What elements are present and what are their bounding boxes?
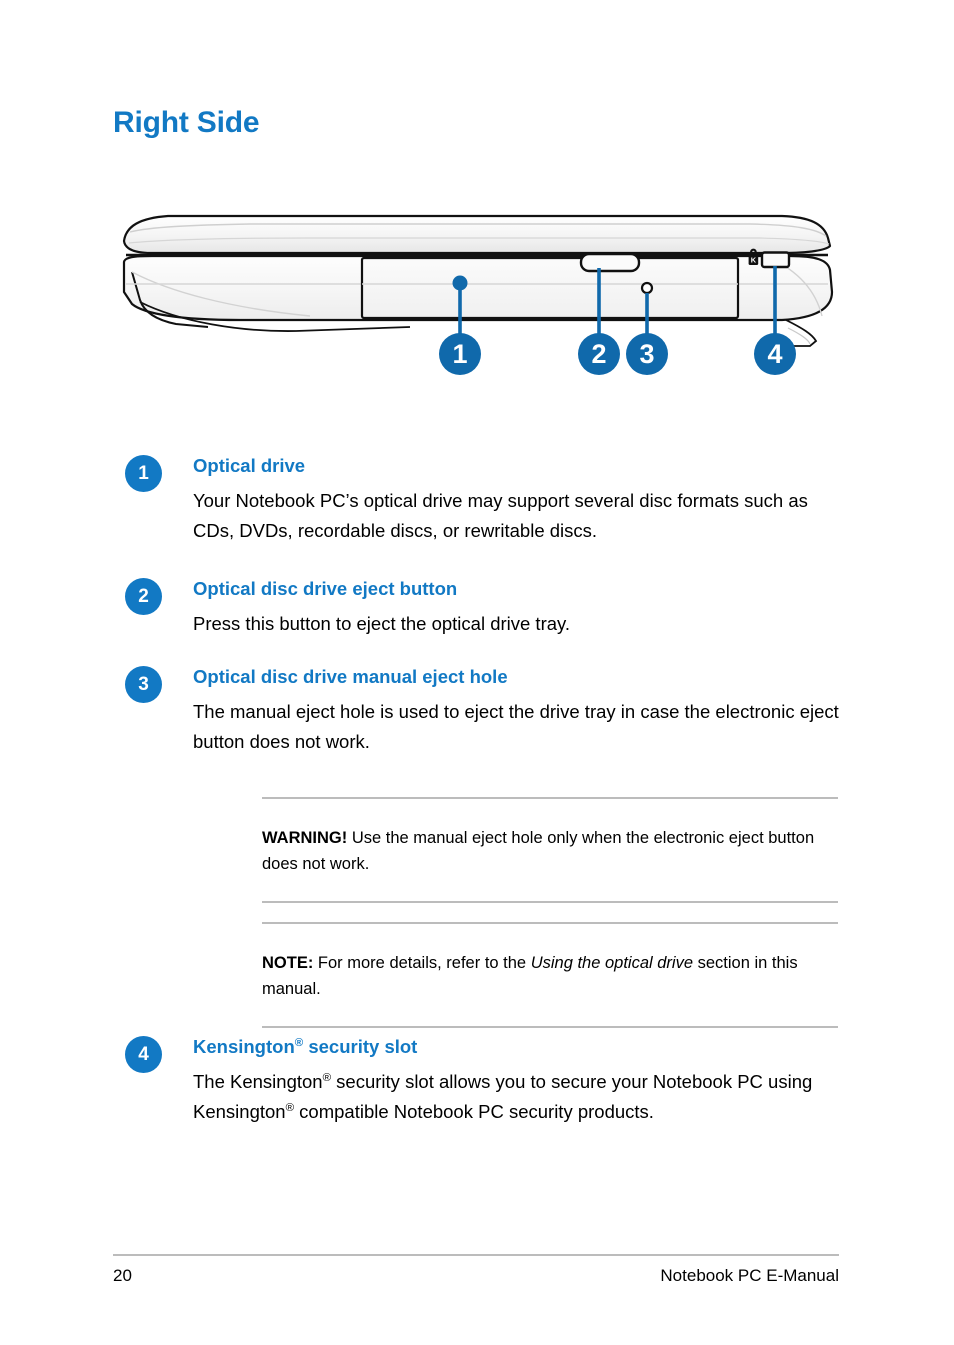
registered-mark-icon: ® (294, 1036, 304, 1049)
manual-page: Right Side K 1 2 3 4 1 Optical drive You… (0, 0, 954, 1345)
optical-drive-tray (360, 256, 740, 320)
item-description-kensington-slot: The Kensington® security slot allows you… (193, 1067, 843, 1127)
kensington-slot (760, 251, 791, 269)
footer-page-number: 20 (113, 1266, 132, 1285)
kensington-desc-p1: The Kensington (193, 1071, 323, 1093)
warning-label: WARNING! (262, 829, 348, 847)
manual-eject-hole (640, 281, 654, 295)
diagram-callout-2-number: 2 (591, 339, 606, 369)
footer-divider (113, 1254, 839, 1256)
diagram-callout-3: 3 (626, 333, 668, 375)
item-title-kensington-slot: Kensington® security slot (193, 1036, 845, 1058)
item-title-eject-button: Optical disc drive eject button (193, 578, 458, 599)
warning-callout: WARNING! Use the manual eject hole only … (262, 797, 838, 904)
diagram-callout-2: 2 (578, 333, 620, 375)
feature-item-eject-button: 2 Optical disc drive eject button Press … (125, 578, 845, 639)
note-callout: NOTE: For more details, refer to the Usi… (262, 922, 838, 1029)
diagram-callout-4: 4 (754, 333, 796, 375)
item-title-manual-eject-hole: Optical disc drive manual eject hole (193, 666, 508, 687)
eject-button (579, 252, 641, 273)
notebook-right-side-diagram: K 1 2 3 4 (110, 196, 850, 396)
item-title-optical-drive: Optical drive (193, 455, 306, 476)
diagram-callout-3-number: 3 (639, 339, 654, 369)
feature-item-kensington-slot: 4 Kensington® security slot The Kensingt… (125, 1036, 845, 1127)
diagram-callout-4-number: 4 (767, 339, 782, 369)
item-badge-1: 1 (125, 455, 162, 492)
svg-text:K: K (751, 256, 757, 265)
note-italic-reference: Using the optical drive (530, 954, 694, 972)
item-description-eject-button: Press this button to eject the optical d… (193, 613, 571, 635)
note-body-before: For more details, refer to the (313, 954, 531, 972)
notebook-lid (122, 214, 832, 255)
note-label: NOTE: (262, 954, 314, 972)
registered-mark-icon: ® (285, 1102, 295, 1114)
registered-mark-icon: ® (322, 1072, 332, 1085)
warning-text: WARNING! Use the manual eject hole only … (262, 826, 838, 877)
feature-item-optical-drive: 1 Optical drive Your Notebook PC’s optic… (125, 455, 845, 546)
item-badge-3: 3 (125, 666, 162, 703)
note-text: NOTE: For more details, refer to the Usi… (262, 951, 838, 1002)
item-title-kensington-before: Kensington (193, 1036, 295, 1057)
footer-manual-label: Notebook PC E-Manual (660, 1266, 839, 1285)
item-description-optical-drive: Your Notebook PC’s optical drive may sup… (193, 490, 808, 542)
diagram-callout-1: 1 (439, 333, 481, 375)
item-badge-4: 4 (125, 1036, 162, 1073)
diagram-callout-1-number: 1 (452, 339, 467, 369)
item-badge-2: 2 (125, 578, 162, 615)
item-title-kensington-after: security slot (303, 1036, 418, 1057)
page-title: Right Side (113, 106, 260, 139)
kensington-desc-p3: compatible Notebook PC security products… (294, 1101, 654, 1123)
feature-item-manual-eject-hole: 3 Optical disc drive manual eject hole T… (125, 666, 845, 757)
item-description-manual-eject-hole: The manual eject hole is used to eject t… (193, 701, 839, 753)
